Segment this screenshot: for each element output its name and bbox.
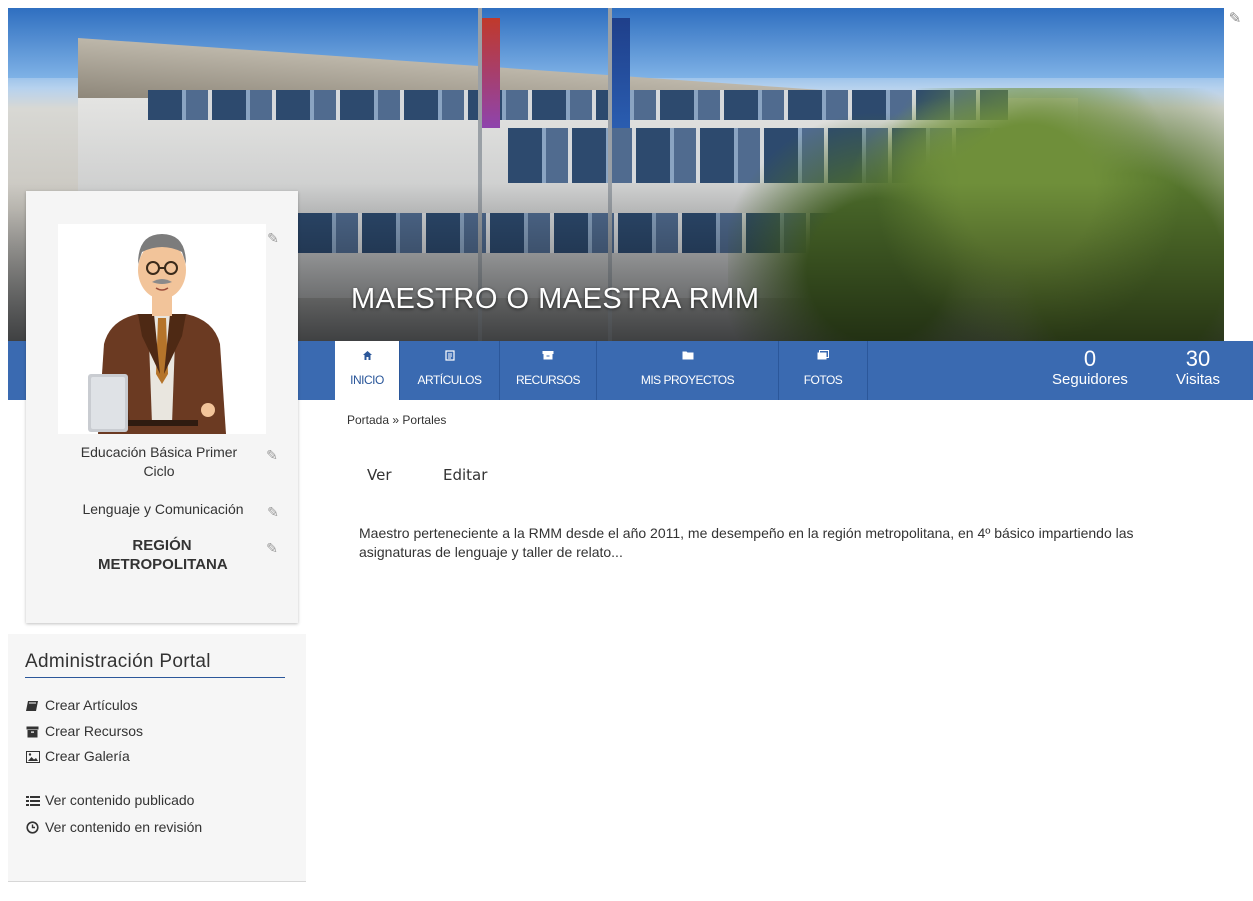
portal-description: Maestro perteneciente a la RMM desde el … — [359, 525, 1134, 560]
photos-icon — [816, 350, 830, 362]
subject-edit-icon[interactable]: ✎ — [265, 504, 281, 520]
home-icon — [360, 350, 374, 362]
banner-edit-icon[interactable]: ✎ — [1226, 10, 1244, 28]
create-resources-link[interactable]: Crear Recursos — [25, 722, 143, 740]
book-icon — [25, 700, 40, 713]
create-resources-label: Crear Recursos — [45, 723, 144, 739]
portal-title: MAESTRO O MAESTRA RMM — [351, 283, 760, 315]
visits-stat: 30 Visitas — [1158, 341, 1238, 400]
admin-title: Administración Portal — [25, 651, 285, 678]
tab-label: ARTÍCULOS — [417, 373, 482, 387]
published-content-link[interactable]: Ver contenido publicado — [25, 791, 194, 809]
flag — [482, 18, 500, 128]
breadcrumb: Portada » Portales — [347, 413, 446, 427]
create-gallery-label: Crear Galería — [45, 748, 130, 764]
avatar-edit-icon[interactable]: ✎ — [265, 230, 281, 246]
tab-articulos[interactable]: ARTÍCULOS — [400, 341, 500, 400]
profile-region: REGIÓN METROPOLITANA — [98, 537, 228, 573]
tab-mis-proyectos[interactable]: MIS PROYECTOS — [597, 341, 779, 400]
review-content-label: Ver contenido en revisión — [45, 819, 203, 835]
archive-icon — [25, 726, 40, 739]
create-articles-link[interactable]: Crear Artículos — [25, 696, 138, 714]
profile-level: Educación Básica Primer Ciclo — [80, 444, 238, 479]
region-edit-icon[interactable]: ✎ — [264, 540, 280, 556]
tab-editar[interactable]: Editar — [443, 466, 487, 484]
tab-recursos[interactable]: RECURSOS — [500, 341, 597, 400]
tab-label: MIS PROYECTOS — [640, 373, 735, 387]
followers-count: 0 — [1083, 346, 1097, 371]
folder-icon — [681, 350, 695, 362]
tab-ver[interactable]: Ver — [367, 466, 392, 484]
clock-icon — [25, 821, 40, 834]
tab-label: INICIO — [350, 373, 384, 387]
create-articles-label: Crear Artículos — [45, 697, 138, 713]
level-edit-icon[interactable]: ✎ — [264, 447, 280, 463]
review-content-link[interactable]: Ver contenido en revisión — [25, 818, 202, 836]
breadcrumb-current: Portales — [402, 413, 447, 427]
admin-panel: Administración Portal Crear Artículos Cr… — [8, 634, 306, 882]
published-content-label: Ver contenido publicado — [45, 792, 195, 808]
profile-subject: Lenguaje y Comunicación — [82, 501, 244, 517]
tab-inicio[interactable]: INICIO — [335, 341, 400, 400]
followers-stat[interactable]: 0 Seguidores — [1030, 341, 1150, 400]
tab-label: FOTOS — [803, 373, 843, 387]
article-icon — [443, 350, 457, 362]
followers-label: Seguidores — [1052, 371, 1128, 388]
create-gallery-link[interactable]: Crear Galería — [25, 747, 130, 765]
list-icon — [25, 795, 40, 808]
image-icon — [25, 751, 40, 764]
resources-icon — [541, 350, 555, 362]
breadcrumb-separator: » — [392, 413, 400, 427]
flag — [612, 18, 630, 128]
profile-card: ✎ Educación Básica Primer Ciclo ✎ Lengua… — [26, 191, 298, 623]
tab-label: RECURSOS — [515, 373, 581, 387]
visits-count: 30 — [1185, 346, 1211, 371]
breadcrumb-home[interactable]: Portada — [347, 413, 389, 427]
visits-label: Visitas — [1176, 371, 1220, 388]
tab-fotos[interactable]: FOTOS — [779, 341, 868, 400]
teacher-avatar — [58, 224, 266, 434]
